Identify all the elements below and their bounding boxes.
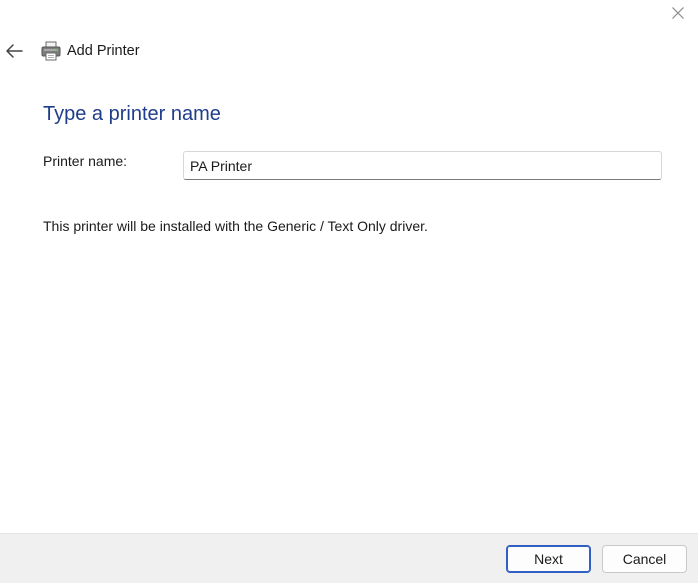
back-button[interactable]: [4, 41, 24, 61]
close-icon: [672, 7, 684, 19]
back-arrow-icon: [6, 44, 23, 58]
cancel-button[interactable]: Cancel: [602, 545, 687, 573]
dialog-header: Add Printer: [4, 38, 140, 64]
driver-info-text: This printer will be installed with the …: [43, 218, 428, 234]
printer-icon: [40, 40, 62, 62]
printer-name-input[interactable]: [183, 151, 662, 180]
page-title: Type a printer name: [43, 103, 221, 125]
close-button[interactable]: [666, 4, 690, 22]
dialog-footer: Next Cancel: [0, 533, 698, 583]
printer-name-label: Printer name:: [43, 153, 128, 169]
app-title: Add Printer: [67, 43, 140, 59]
next-button[interactable]: Next: [506, 545, 591, 573]
